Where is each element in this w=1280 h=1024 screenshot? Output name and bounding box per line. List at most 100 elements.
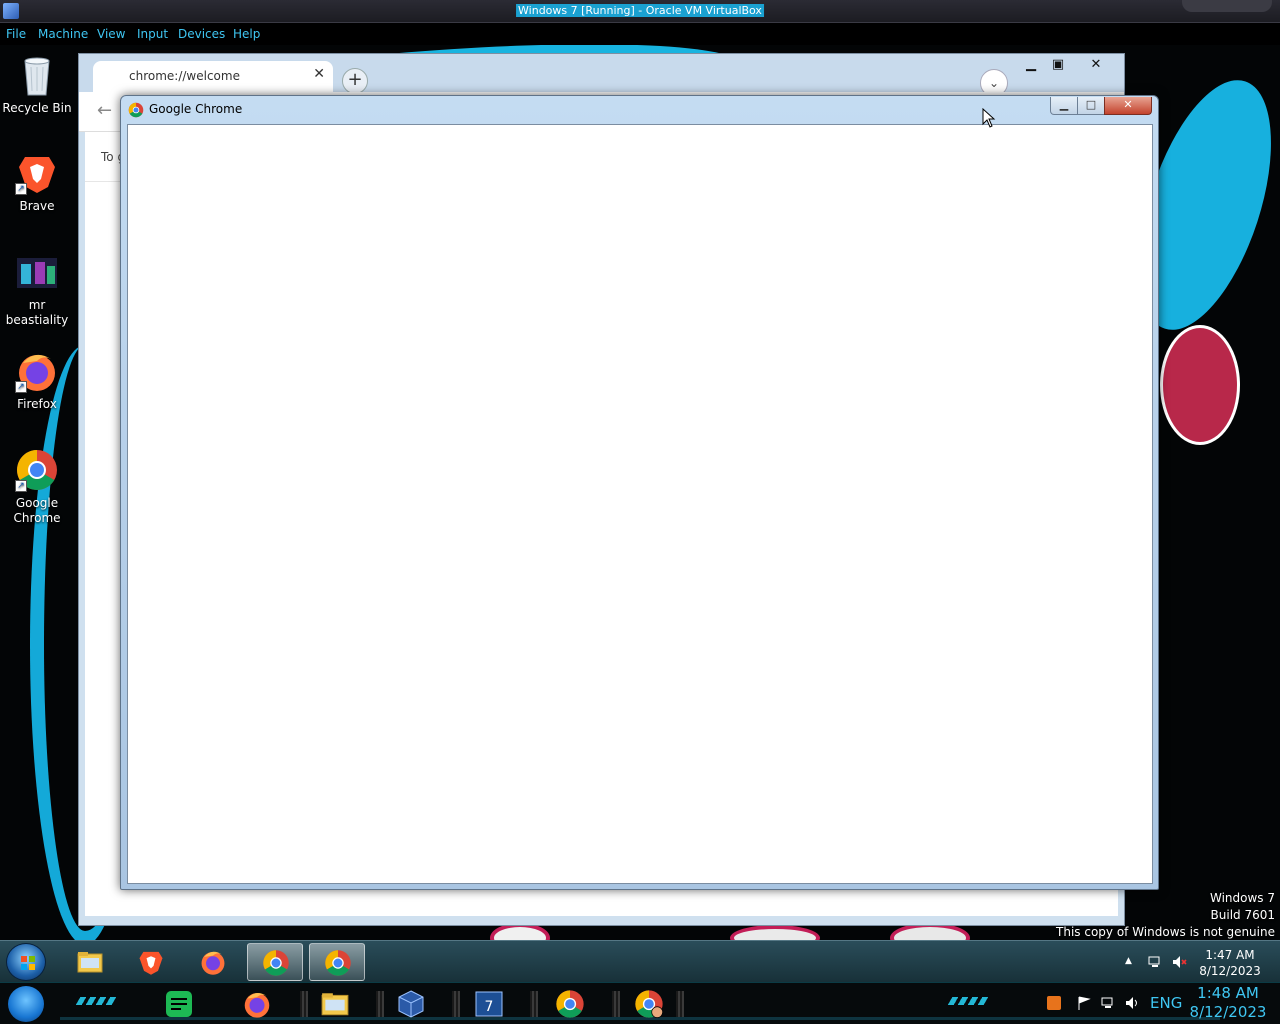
taskbar-firefox[interactable] xyxy=(185,943,241,981)
tab-strip: chrome://welcome ✕ + ⌄ ▁ ▣ ✕ xyxy=(79,54,1124,97)
taskbar-brave[interactable] xyxy=(123,943,179,981)
menu-help[interactable]: Help xyxy=(233,27,260,41)
guest-clock-time: 1:47 AM xyxy=(1205,948,1255,962)
network-icon[interactable] xyxy=(1147,954,1163,970)
firefox-icon[interactable] xyxy=(242,989,272,1019)
taskbar-separator xyxy=(452,991,460,1017)
tab-welcome[interactable]: chrome://welcome ✕ xyxy=(93,61,333,92)
menu-devices[interactable]: Devices xyxy=(178,27,225,41)
host-clock-date: 8/12/2023 xyxy=(1189,1003,1267,1021)
windows7-vm-icon[interactable]: 7 xyxy=(474,989,504,1019)
host-title-bar[interactable]: Windows 7 [Running] - Oracle VM VirtualB… xyxy=(0,0,1280,23)
watermark-os: Windows 7 xyxy=(1209,891,1275,905)
chrome-profile-icon[interactable] xyxy=(634,989,664,1019)
desktop-icon-firefox[interactable]: ↗ Firefox xyxy=(0,349,74,412)
firefox-icon: ↗ xyxy=(15,349,59,393)
host-clock-time: 1:48 AM xyxy=(1197,984,1259,1002)
network-icon[interactable] xyxy=(1100,995,1116,1011)
desktop-icon-label: mr beastiality xyxy=(5,298,69,327)
file-explorer-icon[interactable] xyxy=(320,989,350,1019)
guest-clock-date: 8/12/2023 xyxy=(1199,964,1261,978)
taskbar-separator xyxy=(612,991,620,1017)
watermark-build: Build 7601 xyxy=(1210,908,1275,922)
watermark-genuine: This copy of Windows is not genuine xyxy=(1056,925,1275,939)
shortcut-arrow-icon: ↗ xyxy=(15,480,27,492)
guest-taskbar: ▲ 1:47 AM 8/12/2023 xyxy=(0,940,1280,982)
maximize-button[interactable]: ▣ xyxy=(1043,54,1073,76)
host-window-controls[interactable] xyxy=(1182,0,1272,12)
taskbar-decoration xyxy=(947,997,989,1005)
taskbar-separator xyxy=(676,991,684,1017)
brave-icon: ↗ xyxy=(15,151,59,195)
maximize-button[interactable]: □ xyxy=(1077,97,1105,115)
window-controls: ▁ □ ✕ xyxy=(1050,97,1154,115)
chrome-icon xyxy=(263,950,289,976)
svg-text:7: 7 xyxy=(485,999,494,1015)
close-button[interactable]: ✕ xyxy=(1104,97,1152,115)
taskbar-separator xyxy=(300,991,308,1017)
desktop-icon-label: Recycle Bin xyxy=(2,101,72,115)
taskbar-chrome-1[interactable] xyxy=(247,943,303,981)
recycle-bin-icon xyxy=(15,53,59,97)
menu-file[interactable]: File xyxy=(6,27,26,41)
language-indicator[interactable]: ENG xyxy=(1150,994,1182,1012)
chrome-icon xyxy=(325,950,351,976)
notes-app-icon[interactable] xyxy=(164,989,194,1019)
tab-title: chrome://welcome xyxy=(129,69,240,83)
menu-input[interactable]: Input xyxy=(137,27,168,41)
back-arrow-icon[interactable]: ← xyxy=(97,100,112,121)
desktop-icon-google-chrome[interactable]: ↗ Google Chrome xyxy=(0,448,74,526)
shortcut-arrow-icon: ↗ xyxy=(15,183,27,195)
image-thumbnail-icon xyxy=(15,250,59,294)
new-tab-button[interactable]: + xyxy=(342,68,368,94)
google-chrome-window[interactable]: Google Chrome ▁ □ ✕ xyxy=(120,95,1159,890)
wallpaper-shape xyxy=(1160,325,1240,445)
chrome-icon: ↗ xyxy=(15,448,59,492)
host-window-title: Windows 7 [Running] - Oracle VM VirtualB… xyxy=(516,4,764,17)
virtualbox-icon xyxy=(3,3,19,19)
mouse-cursor-icon xyxy=(982,108,996,128)
flag-icon[interactable] xyxy=(1076,995,1092,1011)
menu-machine[interactable]: Machine xyxy=(38,27,88,41)
tab-close-icon[interactable]: ✕ xyxy=(313,66,325,82)
windows-watermark: Windows 7 Build 7601 This copy of Window… xyxy=(1056,890,1275,941)
screen: Windows 7 [Running] - Oracle VM VirtualB… xyxy=(0,0,1280,1024)
chrome-icon xyxy=(128,102,144,118)
minimize-button[interactable]: ▁ xyxy=(1050,97,1078,115)
window-title: Google Chrome xyxy=(149,102,243,116)
host-taskbar: 7 ENG 1:48 AM 8/12/2023 xyxy=(0,982,1280,1024)
desktop-icon-mr-beastiality[interactable]: mr beastiality xyxy=(0,250,74,328)
desktop-icon-recycle-bin[interactable]: Recycle Bin xyxy=(0,53,74,116)
volume-muted-icon[interactable] xyxy=(1171,954,1187,970)
desktop-icon-label: Google Chrome xyxy=(13,496,61,525)
start-button[interactable] xyxy=(6,943,46,981)
taskbar-file-explorer[interactable] xyxy=(62,943,118,981)
guest-clock[interactable]: 1:47 AM 8/12/2023 xyxy=(1196,947,1264,979)
host-clock[interactable]: 1:48 AM 8/12/2023 xyxy=(1186,984,1270,1022)
chrome-icon[interactable] xyxy=(555,989,585,1019)
virtualbox-icon[interactable] xyxy=(396,989,426,1019)
close-button[interactable]: ✕ xyxy=(1081,54,1111,76)
host-menu-bar: File Machine View Input Devices Help xyxy=(0,23,1280,45)
window-client-area[interactable] xyxy=(127,124,1153,884)
shortcut-arrow-icon: ↗ xyxy=(15,381,27,393)
java-icon[interactable] xyxy=(1046,995,1062,1011)
tray-expand-icon[interactable]: ▲ xyxy=(1125,956,1132,966)
desktop-icon-label: Firefox xyxy=(17,397,57,411)
desktop-icon-brave[interactable]: ↗ Brave xyxy=(0,151,74,214)
file-explorer-icon xyxy=(77,952,103,973)
windows-orb-icon[interactable] xyxy=(8,986,44,1022)
volume-icon[interactable] xyxy=(1124,995,1140,1011)
taskbar-chrome-2[interactable] xyxy=(309,943,365,981)
wallpaper-shape xyxy=(730,925,820,940)
menu-view[interactable]: View xyxy=(97,27,125,41)
windows-logo-icon xyxy=(21,956,35,970)
taskbar-separator xyxy=(376,991,384,1017)
minimize-button[interactable]: ▁ xyxy=(1016,54,1046,76)
taskbar-separator xyxy=(530,991,538,1017)
taskbar-decoration xyxy=(75,997,117,1005)
desktop-icon-label: Brave xyxy=(19,199,55,213)
firefox-icon xyxy=(201,951,225,975)
brave-icon xyxy=(139,951,163,975)
guest-desktop: Recycle Bin ↗ Brave mr beastiality ↗ Fir… xyxy=(0,45,1280,940)
